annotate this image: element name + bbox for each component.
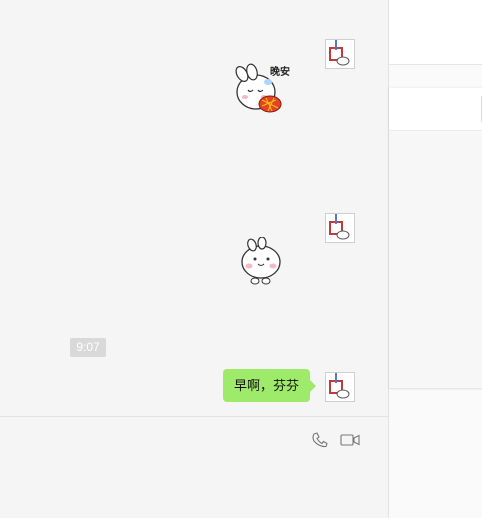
video-call-icon[interactable] <box>340 432 360 448</box>
self-avatar[interactable] <box>325 213 355 243</box>
panel-card-header[interactable] <box>389 88 482 131</box>
message-bubble[interactable]: 早啊，芬芬 <box>223 369 317 402</box>
self-avatar[interactable] <box>325 372 355 402</box>
chat-area: 晚安 9:07 早啊，芬芬 <box>0 0 388 518</box>
right-panel <box>388 0 482 518</box>
input-divider <box>0 416 388 417</box>
sticker-text: 晚安 <box>270 67 290 78</box>
panel-card <box>389 88 482 389</box>
panel-row[interactable] <box>389 40 482 65</box>
panel-row[interactable] <box>389 0 482 41</box>
bunny-sticker[interactable] <box>238 236 286 287</box>
self-avatar[interactable] <box>325 39 355 69</box>
message-timestamp: 9:07 <box>70 338 106 357</box>
phone-icon[interactable] <box>311 432 331 448</box>
goodnight-sticker[interactable]: 晚安 <box>232 60 298 116</box>
